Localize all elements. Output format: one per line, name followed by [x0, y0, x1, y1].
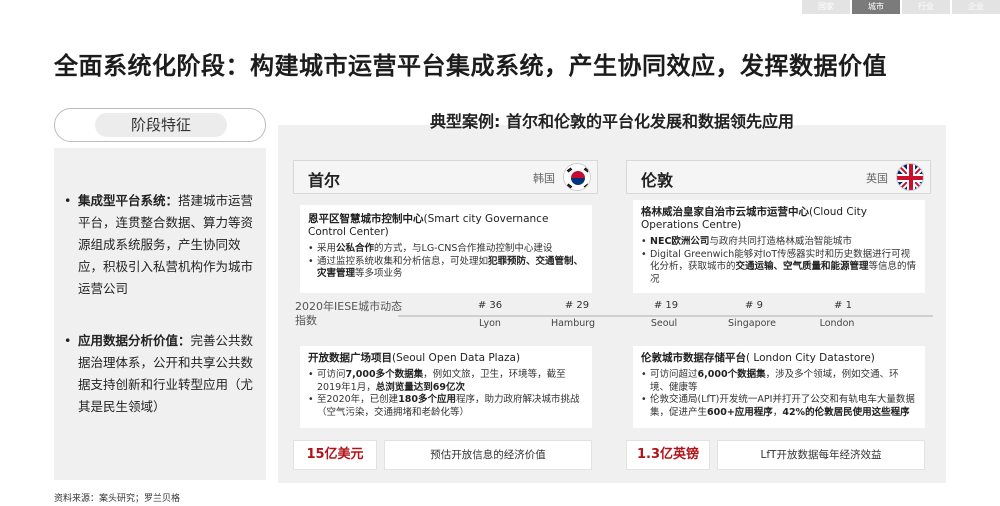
london-card2-title-cn: 伦敦城市数据存储平台	[641, 352, 746, 364]
list-item: 通过监控系统收集和分析信息，可处理如犯罪预防、交通管制、灾害管理等多项业务	[308, 256, 584, 281]
stage-pill-label: 阶段特征	[95, 113, 227, 137]
london-card2-title-en: ( London City Datastore)	[746, 352, 875, 364]
korea-flag-icon	[563, 163, 591, 191]
page-title: 全面系统化阶段：构建城市运营平台集成系统，产生协同效应，发挥数据价值	[54, 52, 887, 80]
tab-city[interactable]: 城市	[852, 0, 900, 14]
list-item: 至2020年，已创建180多个应用程序，助力政府解决城市挑战（空气污染，交通拥堵…	[308, 394, 584, 419]
london-card2-title: 伦敦城市数据存储平台( London City Datastore)	[641, 352, 917, 365]
iese-index-label: 2020年IESE城市动态指数	[295, 300, 403, 327]
seoul-country: 韩国	[533, 172, 555, 185]
rank-lyon: # 36	[477, 300, 503, 311]
london-card1-title-cn: 格林威治皇家自治市云城市运营中心	[641, 206, 809, 218]
london-card2-list: 可访问超过6,000个数据集，涉及多个领域，例如交通、环境、健康等 伦敦交通局(…	[641, 369, 917, 419]
tab-country[interactable]: 国家	[802, 0, 850, 14]
seoul-city-name: 首尔	[308, 171, 341, 190]
rank-city-hamburg: Hamburg	[550, 318, 596, 329]
stage-characteristics-panel: • 集成型平台系统：搭建城市运营平台，连贯整合数据、算力等资源组成系统服务，产生…	[54, 148, 266, 480]
case-title: 典型案例: 首尔和伦敦的平台化发展和数据领先应用	[430, 112, 794, 131]
iese-index-line	[398, 315, 933, 317]
top-nav: 国家 城市 行业 企业	[802, 0, 1000, 14]
seoul-card1-title: 恩平区智慧城市控制中心(Smart city Governance Contro…	[308, 213, 584, 239]
stage-bullet-1-bold: 集成型平台系统：	[78, 193, 179, 208]
tab-enterprise[interactable]: 企业	[952, 0, 1000, 14]
seoul-control-center-card: 恩平区智慧城市控制中心(Smart city Governance Contro…	[300, 205, 592, 293]
rank-city-london: London	[819, 318, 855, 329]
london-operations-centre-card: 格林威治皇家自治市云城市运营中心(Cloud City Operations C…	[633, 200, 925, 293]
seoul-card1-list: 采用公私合作的方式，与LG-CNS合作推动控制中心建设 通过监控系统收集和分析信…	[308, 243, 584, 281]
seoul-header: 首尔 韩国	[293, 160, 598, 194]
london-card1-title: 格林威治皇家自治市云城市运营中心(Cloud City Operations C…	[641, 206, 917, 232]
rank-city-singapore: Singapore	[728, 318, 776, 329]
rank-london: # 1	[834, 300, 852, 311]
london-card1-list: NEC欧洲公司与政府共同打造格林威治智能城市 Digital Greenwich…	[641, 236, 917, 286]
seoul-card2-title-cn: 开放数据广场项目	[308, 352, 392, 364]
list-item: NEC欧洲公司与政府共同打造格林威治智能城市	[641, 236, 917, 249]
seoul-open-data-card: 开放数据广场项目(Seoul Open Data Plaza) 可访问7,000…	[300, 346, 592, 428]
rank-city-seoul: Seoul	[650, 318, 678, 329]
tab-industry[interactable]: 行业	[902, 0, 950, 14]
seoul-card1-title-cn: 恩平区智慧城市控制中心	[308, 213, 424, 225]
source-note: 资料来源：案头研究；罗兰贝格	[54, 494, 181, 504]
seoul-card2-title: 开放数据广场项目(Seoul Open Data Plaza)	[308, 352, 584, 365]
seoul-card2-list: 可访问7,000多个数据集，例如文旅，卫生，环境等，截至2019年1月，总浏览量…	[308, 369, 584, 419]
stage-bullet-2-bold: 应用数据分析价值：	[78, 333, 191, 348]
rank-hamburg: # 29	[564, 300, 590, 311]
rank-city-lyon: Lyon	[479, 318, 501, 329]
list-item: 可访问7,000多个数据集，例如文旅，卫生，环境等，截至2019年1月，总浏览量…	[308, 369, 584, 394]
london-header: 伦敦 英国	[626, 160, 931, 194]
stage-bullet-1-text: 搭建城市运营平台，连贯整合数据、算力等资源组成系统服务，产生协同效应，积极引入私…	[78, 193, 254, 296]
list-item: 采用公私合作的方式，与LG-CNS合作推动控制中心建设	[308, 243, 584, 256]
london-datastore-card: 伦敦城市数据存储平台( London City Datastore) 可访问超过…	[633, 346, 925, 428]
rank-singapore: # 9	[745, 300, 763, 311]
london-value: 1.3亿英镑	[626, 440, 710, 470]
stage-bullet-1: • 集成型平台系统：搭建城市运营平台，连贯整合数据、算力等资源组成系统服务，产生…	[64, 190, 254, 300]
bullet-dot: •	[64, 193, 72, 208]
uk-flag-icon	[896, 163, 924, 191]
stage-pill: 阶段特征	[54, 108, 266, 142]
list-item: Digital Greenwich能够对IoT传感器实时和历史数据进行可视化分析…	[641, 249, 917, 287]
london-value-desc: LfT开放数据每年经济效益	[717, 440, 925, 470]
list-item: 伦敦交通局(LfT)开发统一API并打开了公交和有轨电车大量数据集，促进产生60…	[641, 394, 917, 419]
london-city-name: 伦敦	[641, 171, 674, 190]
seoul-value: 15亿美元	[293, 440, 377, 470]
stage-bullet-2: • 应用数据分析价值：完善公共数据治理体系，公开和共享公共数据支持创新和行业转型…	[64, 330, 254, 418]
list-item: 可访问超过6,000个数据集，涉及多个领域，例如交通、环境、健康等	[641, 369, 917, 394]
bullet-dot: •	[64, 333, 72, 348]
london-country: 英国	[866, 172, 888, 185]
rank-seoul: # 19	[653, 300, 679, 311]
seoul-value-desc: 预估开放信息的经济价值	[384, 440, 592, 470]
seoul-card2-title-en: (Seoul Open Data Plaza)	[392, 352, 521, 364]
